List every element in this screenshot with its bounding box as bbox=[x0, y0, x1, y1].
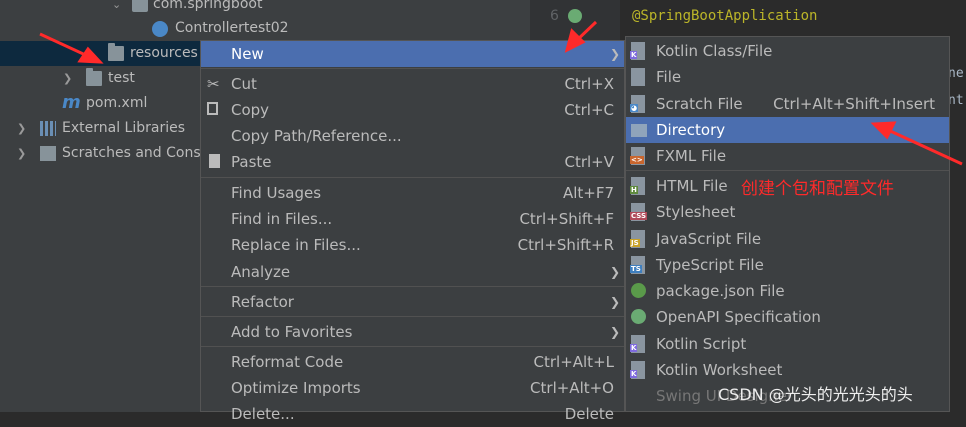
annotation-arrowhead bbox=[870, 121, 897, 140]
annotation-arrowhead bbox=[77, 46, 104, 64]
annotation-arrow-directory bbox=[887, 128, 963, 166]
annotation-arrowhead bbox=[564, 28, 586, 53]
annotation-arrows bbox=[39, 20, 963, 166]
